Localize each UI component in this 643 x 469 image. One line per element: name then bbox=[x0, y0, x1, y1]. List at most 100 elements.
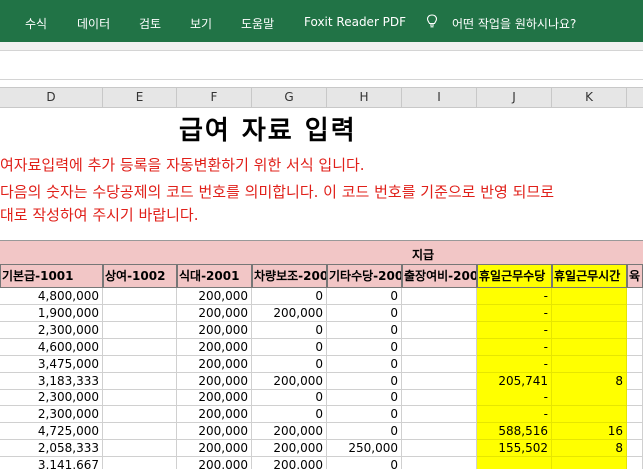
table-cell[interactable]: - bbox=[477, 355, 552, 373]
header-childcare[interactable]: 육 bbox=[627, 264, 643, 288]
table-cell[interactable]: 200,000 bbox=[177, 321, 252, 339]
table-cell[interactable]: 8 bbox=[552, 440, 627, 458]
table-cell[interactable] bbox=[402, 338, 477, 356]
payment-group-header[interactable]: 지급 bbox=[0, 240, 643, 264]
table-cell[interactable]: 200,000 bbox=[177, 457, 252, 469]
table-cell[interactable] bbox=[552, 338, 627, 356]
table-cell[interactable]: 8 bbox=[552, 372, 627, 390]
table-cell[interactable]: 2,058,333 bbox=[0, 440, 103, 458]
tell-me-search[interactable]: 어떤 작업을 원하시나요? bbox=[452, 15, 576, 32]
table-cell[interactable] bbox=[627, 440, 643, 458]
table-cell[interactable]: - bbox=[477, 288, 552, 305]
header-vehicle[interactable]: 차량보조-2002 bbox=[252, 264, 327, 288]
table-cell[interactable]: 0 bbox=[252, 406, 327, 424]
column-header-k[interactable]: K bbox=[552, 88, 627, 107]
table-cell[interactable]: 0 bbox=[327, 372, 402, 390]
table-cell[interactable]: 155,502 bbox=[477, 440, 552, 458]
table-cell[interactable]: - bbox=[477, 389, 552, 407]
header-holiday-hours[interactable]: 휴일근무시간 bbox=[552, 264, 627, 288]
column-header-g[interactable]: G bbox=[252, 88, 327, 107]
table-cell[interactable]: 0 bbox=[327, 288, 402, 305]
table-cell[interactable] bbox=[402, 355, 477, 373]
table-cell[interactable]: 16 bbox=[552, 423, 627, 441]
table-cell[interactable] bbox=[103, 288, 177, 305]
tab-view[interactable]: 보기 bbox=[190, 15, 212, 32]
table-cell[interactable] bbox=[627, 321, 643, 339]
column-header-j[interactable]: J bbox=[477, 88, 552, 107]
table-cell[interactable]: 2,300,000 bbox=[0, 321, 103, 339]
table-cell[interactable]: 2,300,000 bbox=[0, 389, 103, 407]
table-cell[interactable]: 200,000 bbox=[177, 338, 252, 356]
table-cell[interactable]: 0 bbox=[327, 389, 402, 407]
table-cell[interactable]: 0 bbox=[327, 304, 402, 322]
tab-review[interactable]: 검토 bbox=[139, 15, 161, 32]
table-cell[interactable]: 0 bbox=[252, 338, 327, 356]
header-basic-pay[interactable]: 기본급-1001 bbox=[0, 264, 103, 288]
table-cell[interactable]: 0 bbox=[327, 321, 402, 339]
table-cell[interactable]: 200,000 bbox=[252, 423, 327, 441]
header-bonus[interactable]: 상여-1002 bbox=[103, 264, 177, 288]
table-cell[interactable] bbox=[627, 457, 643, 469]
column-header-d[interactable]: D bbox=[0, 88, 103, 107]
tab-foxit-reader-pdf[interactable]: Foxit Reader PDF bbox=[304, 15, 406, 29]
table-cell[interactable] bbox=[627, 355, 643, 373]
table-cell[interactable]: 200,000 bbox=[177, 304, 252, 322]
tab-data[interactable]: 데이터 bbox=[77, 15, 110, 32]
table-cell[interactable] bbox=[627, 389, 643, 407]
table-cell[interactable] bbox=[103, 389, 177, 407]
table-cell[interactable] bbox=[103, 304, 177, 322]
table-cell[interactable]: 200,000 bbox=[177, 372, 252, 390]
column-header-h[interactable]: H bbox=[327, 88, 402, 107]
table-cell[interactable]: 200,000 bbox=[177, 440, 252, 458]
table-cell[interactable]: 3,141,667 bbox=[0, 457, 103, 469]
header-holiday-pay[interactable]: 휴일근무수당 bbox=[477, 264, 552, 288]
tab-help[interactable]: 도움말 bbox=[241, 15, 274, 32]
table-cell[interactable] bbox=[627, 406, 643, 424]
table-cell[interactable]: 4,600,000 bbox=[0, 338, 103, 356]
table-cell[interactable] bbox=[402, 406, 477, 424]
table-cell[interactable] bbox=[402, 372, 477, 390]
table-cell[interactable]: 200,000 bbox=[177, 355, 252, 373]
table-cell[interactable]: 200,000 bbox=[252, 457, 327, 469]
table-cell[interactable] bbox=[402, 457, 477, 469]
table-cell[interactable]: - bbox=[477, 338, 552, 356]
table-cell[interactable] bbox=[552, 355, 627, 373]
table-cell[interactable]: 200,000 bbox=[252, 304, 327, 322]
table-cell[interactable] bbox=[402, 288, 477, 305]
table-cell[interactable]: 0 bbox=[327, 338, 402, 356]
table-cell[interactable]: 0 bbox=[252, 321, 327, 339]
table-cell[interactable] bbox=[552, 406, 627, 424]
table-cell[interactable] bbox=[402, 389, 477, 407]
table-cell[interactable]: - bbox=[477, 406, 552, 424]
table-cell[interactable]: 200,000 bbox=[177, 406, 252, 424]
table-cell[interactable] bbox=[103, 372, 177, 390]
table-cell[interactable]: 200,000 bbox=[177, 389, 252, 407]
table-cell[interactable] bbox=[402, 423, 477, 441]
header-meal[interactable]: 식대-2001 bbox=[177, 264, 252, 288]
table-cell[interactable]: 0 bbox=[327, 423, 402, 441]
table-cell[interactable] bbox=[103, 355, 177, 373]
column-header-i[interactable]: I bbox=[402, 88, 477, 107]
table-cell[interactable] bbox=[103, 440, 177, 458]
table-cell[interactable] bbox=[103, 321, 177, 339]
table-cell[interactable]: 588,516 bbox=[477, 423, 552, 441]
table-cell[interactable]: 200,000 bbox=[177, 423, 252, 441]
table-cell[interactable] bbox=[552, 321, 627, 339]
table-cell[interactable]: 250,000 bbox=[327, 440, 402, 458]
table-cell[interactable] bbox=[402, 440, 477, 458]
table-cell[interactable] bbox=[402, 321, 477, 339]
header-other-allowance[interactable]: 기타수당-2003 bbox=[327, 264, 402, 288]
table-cell[interactable]: 200,000 bbox=[177, 288, 252, 305]
table-cell[interactable] bbox=[103, 423, 177, 441]
table-cell[interactable]: 3,183,333 bbox=[0, 372, 103, 390]
table-cell[interactable]: 0 bbox=[327, 457, 402, 469]
table-cell[interactable]: 0 bbox=[327, 355, 402, 373]
table-cell[interactable] bbox=[477, 457, 552, 469]
column-header-f[interactable]: F bbox=[177, 88, 252, 107]
table-cell[interactable]: 205,741 bbox=[477, 372, 552, 390]
table-cell[interactable]: - bbox=[477, 304, 552, 322]
table-cell[interactable] bbox=[103, 457, 177, 469]
table-cell[interactable]: 4,725,000 bbox=[0, 423, 103, 441]
table-cell[interactable]: 200,000 bbox=[252, 372, 327, 390]
table-cell[interactable]: 200,000 bbox=[252, 440, 327, 458]
